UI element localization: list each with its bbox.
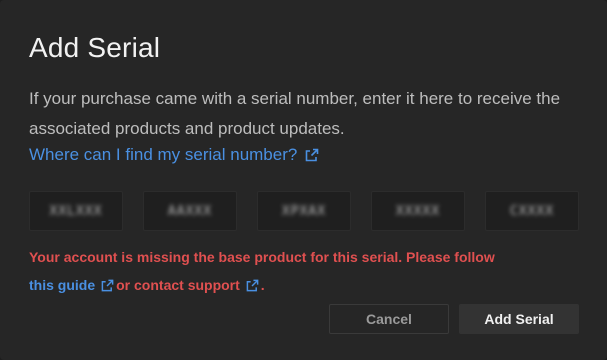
serial-field-2-value: AAXXX — [167, 203, 213, 219]
serial-field-4-value: XXXXX — [395, 203, 441, 219]
serial-field-1[interactable]: XXLXXX — [29, 191, 123, 231]
external-link-icon — [305, 148, 319, 162]
dialog-title: Add Serial — [29, 32, 161, 63]
serial-input-row: XXLXXX AAXXX XPXAX XXXXX CXXXX — [29, 191, 579, 231]
serial-help-link[interactable]: Where can I find my serial number? — [29, 145, 319, 165]
add-serial-dialog: Add Serial If your purchase came with a … — [0, 0, 607, 360]
external-link-icon — [101, 273, 114, 301]
serial-field-5[interactable]: CXXXX — [485, 191, 579, 231]
cancel-button[interactable]: Cancel — [329, 304, 449, 334]
error-message: Your account is missing the base product… — [29, 243, 584, 301]
error-trailing: . — [260, 277, 265, 293]
serial-field-2[interactable]: AAXXX — [143, 191, 237, 231]
serial-field-4[interactable]: XXXXX — [371, 191, 465, 231]
serial-field-1-value: XXLXXX — [49, 203, 103, 219]
dialog-description: If your purchase came with a serial numb… — [29, 89, 561, 138]
add-serial-button[interactable]: Add Serial — [459, 304, 579, 334]
serial-field-3[interactable]: XPXAX — [257, 191, 351, 231]
serial-field-5-value: CXXXX — [509, 203, 555, 219]
guide-link[interactable]: this guide — [29, 277, 95, 293]
error-text: Your account is missing the base product… — [29, 249, 495, 265]
serial-help-link-label[interactable]: Where can I find my serial number? — [29, 145, 297, 165]
external-link-icon — [246, 273, 259, 301]
contact-support-text[interactable]: or contact support — [116, 277, 240, 293]
serial-field-3-value: XPXAX — [281, 203, 327, 219]
